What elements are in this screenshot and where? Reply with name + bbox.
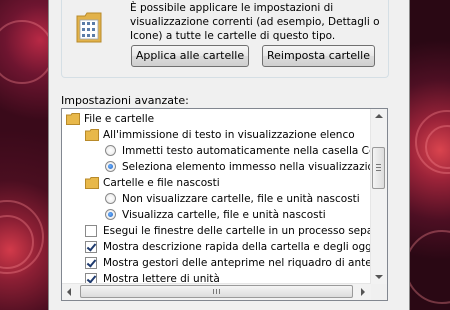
- scroll-left-arrow-icon[interactable]: [67, 288, 71, 296]
- folder-icon: [85, 177, 99, 189]
- tree-item-label: Cartelle e file nascosti: [103, 177, 220, 189]
- folder-options-dialog: È possibile applicare le impostazioni di…: [48, 0, 410, 310]
- checkbox-checked[interactable]: [85, 241, 97, 253]
- desktop-wallpaper-left: [0, 0, 48, 310]
- horizontal-scroll-thumb[interactable]: [80, 285, 353, 298]
- apply-to-folders-button[interactable]: Applica alle cartelle: [131, 45, 249, 67]
- scrollbar-corner: [371, 284, 387, 300]
- radio-button-selected[interactable]: [105, 161, 116, 172]
- advanced-settings-label: Impostazioni avanzate:: [61, 94, 189, 107]
- option-label: Non visualizzare cartelle, file e unità …: [122, 193, 360, 205]
- vertical-scrollbar[interactable]: [370, 109, 387, 285]
- checkbox-checked[interactable]: [85, 257, 97, 269]
- scroll-down-arrow-icon[interactable]: [375, 275, 383, 279]
- radio-button[interactable]: [105, 145, 116, 156]
- option-label: Seleziona elemento immesso nella visuali…: [122, 161, 388, 173]
- tree-item-label: All'immissione di testo in visualizzazio…: [103, 129, 355, 141]
- folder-icon: [85, 129, 99, 141]
- scroll-up-arrow-icon[interactable]: [375, 114, 383, 118]
- option-label: Mostra gestori delle anteprime nel riqua…: [103, 257, 388, 269]
- radio-button-selected[interactable]: [105, 209, 116, 220]
- option-label: Mostra descrizione rapida della cartella…: [103, 241, 387, 253]
- folder-views-description: È possibile applicare le impostazioni di…: [130, 2, 380, 42]
- radio-button[interactable]: [105, 193, 116, 204]
- option-label: Visualizza cartelle, file e unità nascos…: [122, 209, 326, 221]
- vertical-scroll-thumb[interactable]: [372, 147, 385, 189]
- horizontal-scrollbar[interactable]: [62, 283, 371, 300]
- option-label: Immetti testo automaticamente nella case…: [122, 145, 388, 157]
- checkbox[interactable]: [85, 225, 97, 237]
- folder-icon: [66, 113, 80, 125]
- advanced-settings-tree[interactable]: File e cartelle All'immissione di testo …: [61, 108, 388, 301]
- option-label: Esegui le finestre delle cartelle in un …: [103, 225, 388, 237]
- desktop-wallpaper-right: [410, 0, 450, 310]
- tree-item-label: File e cartelle: [84, 113, 155, 125]
- folder-views-icon: [76, 12, 102, 43]
- scroll-right-arrow-icon[interactable]: [361, 288, 365, 296]
- reset-folders-button[interactable]: Reimposta cartelle: [262, 45, 375, 67]
